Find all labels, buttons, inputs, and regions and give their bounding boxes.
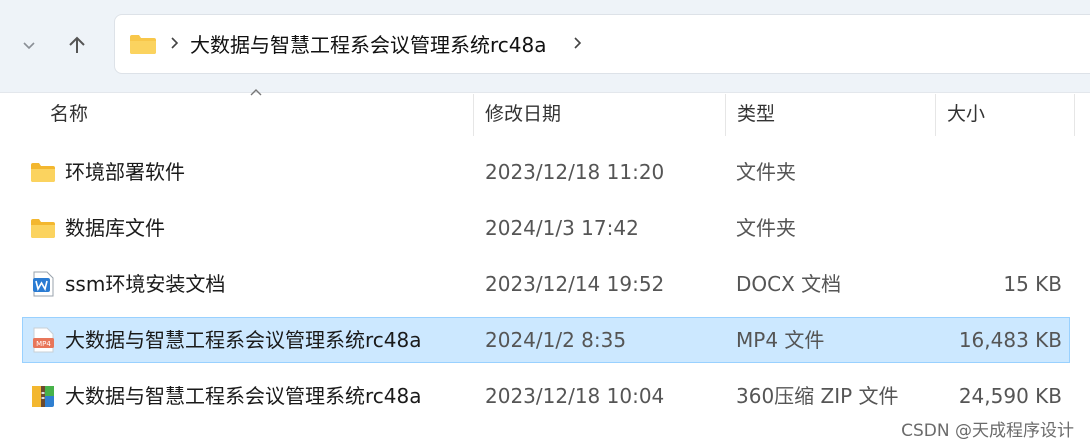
watermark: CSDN @天成程序设计 [901,421,1074,441]
arrow-up-icon [69,36,85,53]
file-name: ssm环境安装文档 [65,272,226,296]
column-header-modified[interactable]: 修改日期 [485,96,720,132]
file-type: MP4 文件 [736,328,825,352]
file-name: 大数据与智慧工程系会议管理系统rc48a [65,328,422,352]
file-row[interactable]: 数据库文件 2024/1/3 17:42 文件夹 [22,205,1070,251]
file-row[interactable]: 大数据与智慧工程系会议管理系统rc48a 2023/12/18 10:04 36… [22,373,1070,419]
address-bar[interactable]: 大数据与智慧工程系会议管理系统rc48a [114,14,1090,74]
column-divider[interactable] [1074,94,1075,136]
file-type: 文件夹 [736,160,796,184]
file-name: 数据库文件 [65,216,165,240]
file-row-selected[interactable]: MP4 大数据与智慧工程系会议管理系统rc48a 2024/1/2 8:35 M… [22,317,1070,363]
svg-text:MP4: MP4 [36,340,51,348]
column-header-size[interactable]: 大小 [947,96,1057,132]
column-header-name[interactable]: 名称 [50,96,470,132]
file-size [937,205,1062,251]
word-doc-icon [33,271,54,297]
breadcrumb-chevron-icon[interactable] [572,35,584,51]
up-button[interactable] [60,28,94,62]
file-type: 文件夹 [736,216,796,240]
file-row[interactable]: 环境部署软件 2023/12/18 11:20 文件夹 [22,149,1070,195]
file-type: DOCX 文档 [736,272,842,296]
column-divider[interactable] [935,94,936,136]
zip-archive-icon [32,386,54,407]
file-row[interactable]: ssm环境安装文档 2023/12/14 19:52 DOCX 文档 15 KB [22,261,1070,307]
file-name: 环境部署软件 [65,160,185,184]
folder-icon [31,219,55,238]
chevron-down-icon [23,42,35,50]
file-modified: 2023/12/18 11:20 [485,160,665,184]
recent-locations-button[interactable] [12,28,46,62]
file-size [937,149,1062,195]
file-modified: 2024/1/2 8:35 [485,328,627,352]
file-name: 大数据与智慧工程系会议管理系统rc48a [65,384,422,408]
folder-icon [31,163,55,182]
breadcrumb-chevron-icon[interactable] [169,35,181,51]
column-divider[interactable] [725,94,726,136]
navigation-bar: 大数据与智慧工程系会议管理系统rc48a [0,0,1090,93]
file-type: 360压缩 ZIP 文件 [736,384,899,408]
folder-icon [130,35,156,54]
column-header-type[interactable]: 类型 [737,96,932,132]
mp4-file-icon: MP4 [33,327,54,353]
file-size: 16,483 KB [958,328,1062,352]
file-modified: 2023/12/18 10:04 [485,384,665,408]
file-size: 15 KB [1003,272,1062,296]
column-divider[interactable] [473,94,474,136]
file-modified: 2024/1/3 17:42 [485,216,639,240]
file-size: 24,590 KB [958,384,1062,408]
file-modified: 2023/12/14 19:52 [485,272,665,296]
breadcrumb-current-folder[interactable]: 大数据与智慧工程系会议管理系统rc48a [190,31,546,59]
